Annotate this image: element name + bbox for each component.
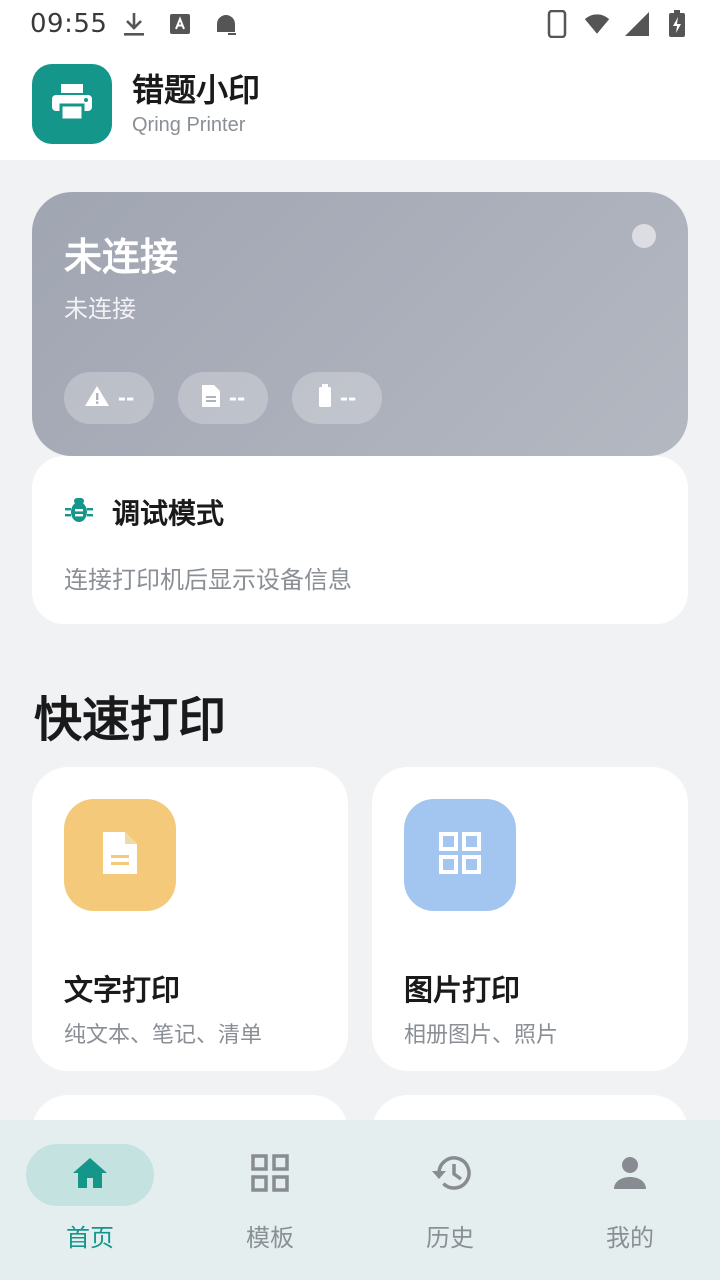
battery-charging-icon — [664, 10, 690, 37]
image-print-card[interactable]: 图片打印 相册图片、照片 — [372, 767, 688, 1071]
warning-pill-value: -- — [117, 386, 135, 410]
image-print-title: 图片打印 — [404, 973, 521, 1007]
status-time: 09:55 — [30, 9, 108, 39]
warning-pill: -- — [64, 372, 154, 424]
a-keyboard-icon — [167, 11, 193, 37]
download-icon — [121, 11, 147, 37]
connection-title: 未连接 — [64, 235, 179, 279]
battery-icon — [318, 383, 332, 413]
text-print-icon-tile — [64, 799, 176, 911]
image-print-desc: 相册图片、照片 — [404, 1023, 559, 1048]
app-logo — [32, 64, 112, 144]
quick-print-title: 快速打印 — [34, 692, 227, 748]
grid-icon — [251, 1154, 289, 1196]
nav-profile-indicator — [566, 1144, 694, 1206]
image-print-icon-tile — [404, 799, 516, 911]
connection-status-dot — [632, 224, 656, 248]
status-right-icons — [544, 10, 690, 38]
connection-card[interactable]: 未连接 未连接 -- -- -- — [32, 192, 688, 456]
debug-title: 调试模式 — [112, 497, 225, 530]
wifi-icon — [584, 11, 610, 37]
nav-templates-label: 模板 — [246, 1224, 294, 1252]
status-bar: 09:55 — [0, 0, 720, 48]
nav-home-indicator — [26, 1144, 154, 1206]
connection-pills: -- -- -- — [64, 372, 382, 424]
history-icon — [429, 1154, 471, 1196]
document-icon — [201, 384, 221, 413]
app-title: 错题小印 — [132, 71, 261, 110]
nav-profile-label: 我的 — [606, 1224, 654, 1252]
paper-pill-value: -- — [228, 386, 246, 410]
home-icon — [71, 1156, 109, 1194]
nav-templates[interactable]: 模板 — [180, 1120, 360, 1280]
nav-home-label: 首页 — [66, 1224, 114, 1252]
app-subtitle: Qring Printer — [132, 113, 246, 136]
text-print-card[interactable]: 文字打印 纯文本、笔记、清单 — [32, 767, 348, 1071]
phone-icon — [544, 10, 570, 38]
debug-info: 连接打印机后显示设备信息 — [64, 566, 352, 594]
debug-card[interactable]: 调试模式 连接打印机后显示设备信息 — [32, 456, 688, 624]
grid-icon — [439, 832, 481, 878]
app-titles: 错题小印 Qring Printer — [132, 71, 260, 136]
printer-icon — [51, 83, 93, 125]
warning-icon — [84, 385, 110, 412]
app-header: 错题小印 Qring Printer — [0, 48, 720, 160]
signal-icon — [624, 11, 650, 37]
android-icon — [213, 11, 239, 37]
bottom-nav: 首页 模板 历史 我的 — [0, 1120, 720, 1280]
nav-history-indicator — [386, 1144, 514, 1206]
status-left-icons — [121, 11, 239, 37]
nav-templates-indicator — [206, 1144, 334, 1206]
document-icon — [102, 831, 138, 879]
debug-header: 调试模式 — [64, 492, 656, 532]
paper-pill: -- — [178, 372, 268, 424]
connection-subtitle: 未连接 — [64, 295, 136, 323]
bug-icon — [64, 495, 94, 529]
battery-pill: -- — [292, 372, 382, 424]
person-icon — [612, 1155, 648, 1195]
nav-history[interactable]: 历史 — [360, 1120, 540, 1280]
nav-home[interactable]: 首页 — [0, 1120, 180, 1280]
text-print-title: 文字打印 — [64, 973, 181, 1007]
battery-pill-value: -- — [339, 386, 357, 410]
text-print-desc: 纯文本、笔记、清单 — [64, 1023, 263, 1048]
nav-history-label: 历史 — [426, 1224, 474, 1252]
nav-profile[interactable]: 我的 — [540, 1120, 720, 1280]
